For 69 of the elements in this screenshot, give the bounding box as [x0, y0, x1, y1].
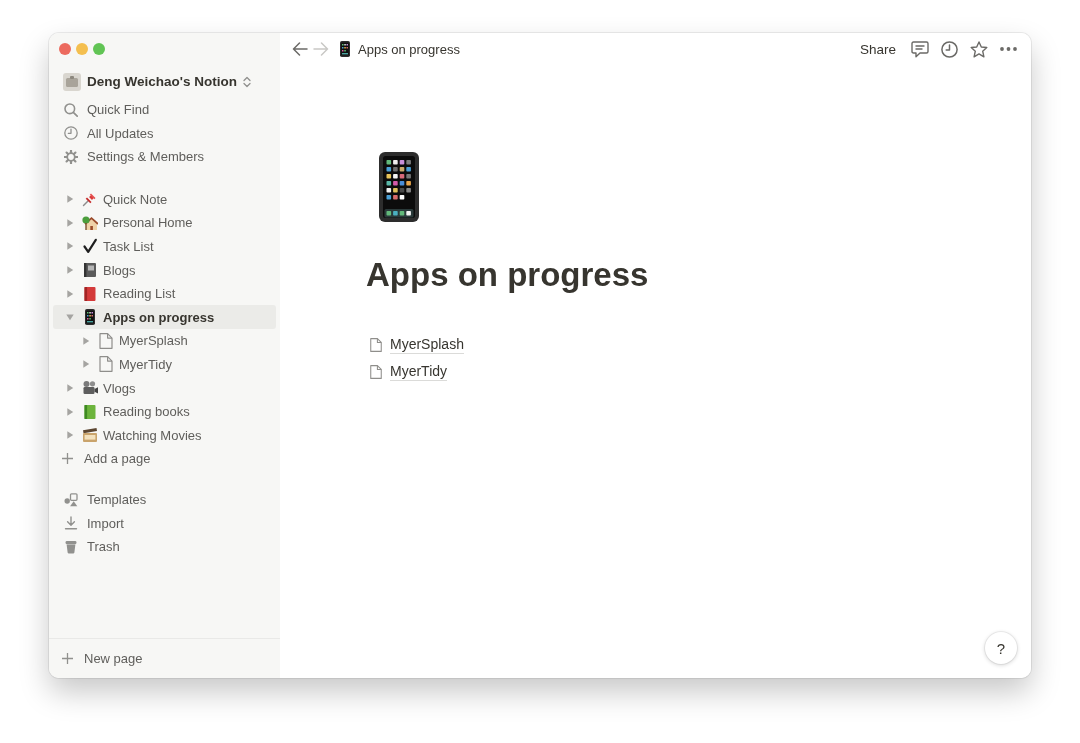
- caret-icon[interactable]: [66, 195, 74, 204]
- caret-icon[interactable]: [66, 289, 74, 298]
- page-icon: [98, 332, 114, 349]
- book-icon: [82, 403, 98, 420]
- clock-icon[interactable]: [941, 40, 958, 58]
- breadcrumb-link[interactable]: Apps on progress: [340, 41, 460, 57]
- comment-icon[interactable]: [911, 40, 929, 58]
- page-tree-item[interactable]: Vlogs: [53, 376, 276, 400]
- sidebar-item[interactable]: Import: [53, 511, 276, 536]
- caret-icon[interactable]: [66, 266, 74, 275]
- sidebar-item[interactable]: Settings & Members: [53, 145, 276, 169]
- traffic-light-icon[interactable]: [59, 43, 71, 55]
- caret-icon[interactable]: [82, 336, 90, 345]
- chevron-updown-icon: [243, 75, 251, 88]
- caret-icon[interactable]: [66, 431, 74, 440]
- page-tree-item[interactable]: MyerTidy: [53, 352, 276, 377]
- download-icon: [64, 516, 78, 531]
- caret-icon[interactable]: [66, 218, 74, 227]
- checkmark-icon: [82, 238, 98, 255]
- help-button[interactable]: ?: [985, 632, 1017, 664]
- house-icon: [82, 214, 98, 231]
- page-tree-item[interactable]: Reading List: [53, 281, 276, 306]
- page-tree-item[interactable]: Apps on progress: [53, 305, 276, 330]
- sidebar-item[interactable]: Trash: [53, 535, 276, 559]
- star-icon[interactable]: [970, 40, 988, 58]
- book-icon: [82, 285, 98, 302]
- caret-icon[interactable]: [66, 384, 74, 393]
- add-page-button[interactable]: Add a page: [53, 447, 276, 471]
- page-tree-item[interactable]: Blogs: [53, 258, 276, 282]
- more-icon[interactable]: [1000, 47, 1017, 51]
- page-tree-item[interactable]: Task List: [53, 234, 276, 259]
- trash-icon: [64, 539, 78, 554]
- gear-icon: [64, 149, 78, 164]
- plus-icon: [62, 453, 73, 465]
- mobile-phone-icon: [85, 309, 95, 326]
- subpage-link[interactable]: MyerSplash: [366, 331, 464, 358]
- caret-icon[interactable]: [66, 407, 74, 416]
- traffic-light-icon[interactable]: [76, 43, 88, 55]
- mobile-phone-icon: [379, 152, 419, 222]
- page-tree-item[interactable]: MyerSplash: [53, 329, 276, 353]
- caret-icon[interactable]: [82, 360, 90, 369]
- page-title: Apps on progress: [366, 255, 649, 295]
- page-tree-item[interactable]: Personal Home: [53, 211, 276, 235]
- mobile-phone-icon: [340, 41, 350, 57]
- subpage-link[interactable]: MyerTidy: [366, 358, 464, 385]
- back-arrow-icon[interactable]: [292, 42, 308, 56]
- page-tree-item[interactable]: Reading books: [53, 399, 276, 424]
- clapperboard-icon: [82, 427, 98, 444]
- page-tree-item[interactable]: Quick Note: [53, 187, 276, 212]
- page-icon: [369, 337, 383, 352]
- search-icon: [64, 102, 78, 117]
- workspace-avatar-icon: [63, 72, 81, 91]
- clock-icon: [64, 126, 78, 141]
- film-projector-icon: [82, 380, 98, 397]
- sidebar-item[interactable]: Quick Find: [53, 98, 276, 122]
- notebook-icon: [82, 262, 98, 279]
- share-button[interactable]: Share: [859, 39, 896, 59]
- sidebar-item[interactable]: Templates: [53, 488, 276, 512]
- workspace-switcher[interactable]: Deng Weichao's Notion: [53, 65, 276, 98]
- pushpin-icon: [82, 191, 98, 208]
- caret-icon[interactable]: [66, 242, 74, 251]
- shapes-icon: [64, 492, 78, 507]
- sidebar-item[interactable]: All Updates: [53, 121, 276, 145]
- page-icon: [98, 356, 114, 373]
- page-tree-item[interactable]: Watching Movies: [53, 423, 276, 448]
- page-icon: [369, 364, 383, 379]
- caret-icon[interactable]: [66, 313, 74, 322]
- traffic-light-icon[interactable]: [93, 43, 105, 55]
- plus-icon: [62, 653, 73, 664]
